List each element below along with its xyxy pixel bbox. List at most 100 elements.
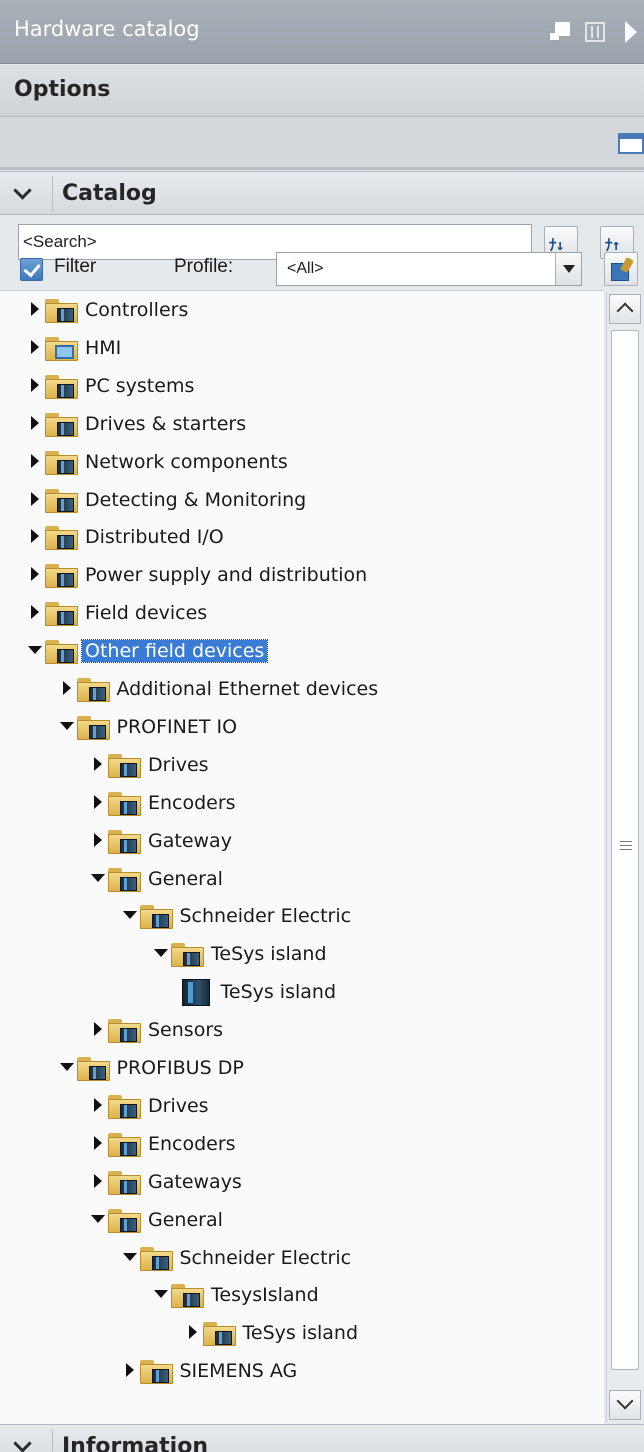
divider [52, 176, 53, 212]
tree-item[interactable]: Distributed I/O [0, 520, 604, 554]
collapsed-arrow-icon[interactable] [31, 377, 39, 392]
tree-item-label: Gateways [148, 1170, 242, 1193]
tree-item[interactable]: SIEMENS AG [0, 1354, 604, 1388]
dropdown-arrow-icon[interactable] [555, 253, 581, 285]
tree-item[interactable]: Network components [0, 445, 604, 479]
device-folder-icon [171, 943, 204, 968]
tree-item[interactable]: Power supply and distribution [0, 558, 604, 592]
tree-item[interactable]: PROFINET IO [0, 710, 604, 744]
tree-item-label: Network components [85, 450, 288, 473]
tree-item-label: HMI [85, 336, 122, 359]
tree-item-label: Detecting & Monitoring [85, 488, 307, 511]
tree-item-label: SIEMENS AG [179, 1360, 298, 1383]
tree-item[interactable]: Detecting & Monitoring [0, 483, 604, 517]
collapsed-arrow-icon[interactable] [62, 681, 71, 695]
collapsed-arrow-icon[interactable] [94, 756, 102, 771]
expanded-arrow-icon[interactable] [59, 721, 74, 730]
collapse-panel-icon[interactable] [625, 21, 637, 43]
device-folder-icon [108, 753, 141, 778]
tree-item[interactable]: PROFIBUS DP [0, 1051, 604, 1085]
options-header[interactable]: Options [0, 65, 644, 117]
tree-item[interactable]: Gateway [0, 824, 604, 858]
tree-item-label: Field devices [85, 602, 208, 625]
divider [52, 1429, 53, 1452]
tree-item-label: Schneider Electric [179, 1246, 352, 1269]
information-section-header[interactable]: Information [0, 1424, 644, 1452]
tree-item[interactable]: PC systems [0, 369, 604, 403]
tree-item-label: Controllers [85, 299, 189, 321]
tree-item-label: Distributed I/O [85, 526, 224, 549]
tree-item-label: Drives [148, 1094, 209, 1117]
tree-item[interactable]: Schneider Electric [0, 1241, 604, 1275]
profile-settings-button[interactable] [604, 252, 638, 286]
collapsed-arrow-icon[interactable] [31, 567, 39, 582]
tree-item[interactable]: Field devices [0, 596, 604, 630]
expanded-arrow-icon[interactable] [122, 911, 137, 920]
tree-item[interactable]: Drives [0, 1089, 604, 1123]
tree-item[interactable]: Drives [0, 748, 604, 782]
filter-checkbox[interactable] [20, 258, 43, 281]
expanded-arrow-icon[interactable] [122, 1252, 137, 1261]
tree-item-label: Gateway [148, 829, 232, 852]
tree-item[interactable]: Encoders [0, 786, 604, 820]
profile-select[interactable]: <All> [276, 252, 582, 286]
tree-item[interactable]: General [0, 1203, 604, 1237]
tree-item[interactable]: TeSys island [0, 937, 604, 971]
expanded-arrow-icon[interactable] [28, 646, 42, 655]
vertical-scrollbar[interactable] [606, 292, 642, 1422]
collapsed-arrow-icon[interactable] [31, 339, 39, 354]
collapsed-arrow-icon[interactable] [31, 453, 39, 468]
tree-item[interactable]: TesysIsland [0, 1278, 604, 1312]
collapsed-arrow-icon[interactable] [94, 832, 102, 847]
collapsed-arrow-icon[interactable] [31, 529, 39, 544]
tree-item[interactable]: Additional Ethernet devices [0, 672, 604, 706]
tree-item-label: Sensors [148, 1019, 224, 1042]
collapsed-arrow-icon[interactable] [125, 1363, 134, 1378]
float-window-icon[interactable] [548, 22, 570, 42]
scroll-up-button[interactable] [609, 294, 641, 324]
tree-item[interactable]: Schneider Electric [0, 899, 604, 933]
tree-item-label: Other field devices [80, 639, 269, 664]
tree-item[interactable]: Gateways [0, 1165, 604, 1199]
tree-item[interactable]: Other field devices [0, 634, 604, 668]
collapsed-arrow-icon[interactable] [94, 1022, 102, 1037]
tree-item[interactable]: TeSys island [0, 1316, 604, 1350]
expanded-arrow-icon[interactable] [154, 949, 168, 958]
tree-item[interactable]: Controllers [0, 293, 604, 327]
tree-item-label: General [148, 867, 223, 890]
tree-item-label: Drives & starters [85, 412, 247, 435]
expanded-arrow-icon[interactable] [59, 1063, 74, 1071]
device-folder-icon [108, 829, 141, 854]
scroll-down-button[interactable] [609, 1390, 641, 1420]
tree-item[interactable]: General [0, 862, 604, 896]
device-folder-icon [108, 1094, 141, 1119]
window-icon[interactable] [618, 133, 644, 154]
expanded-arrow-icon[interactable] [154, 1290, 168, 1299]
collapsed-arrow-icon[interactable] [31, 302, 39, 316]
collapsed-arrow-icon[interactable] [188, 1325, 197, 1340]
tree-item[interactable]: Sensors [0, 1013, 604, 1047]
collapsed-arrow-icon[interactable] [94, 1135, 102, 1150]
collapsed-arrow-icon[interactable] [94, 1097, 102, 1112]
tree-item[interactable]: TeSys island [0, 975, 604, 1009]
split-view-icon[interactable] [585, 22, 605, 42]
scroll-thumb[interactable] [611, 330, 639, 1370]
tree-item[interactable]: Drives & starters [0, 407, 604, 441]
chevron-down-icon[interactable] [13, 1434, 32, 1452]
collapsed-arrow-icon[interactable] [94, 1173, 102, 1188]
collapsed-arrow-icon[interactable] [31, 415, 39, 430]
panel-title: Hardware catalog [14, 17, 200, 41]
device-folder-icon [76, 715, 110, 740]
tree-item-label: Drives [148, 753, 209, 776]
expanded-arrow-icon[interactable] [91, 1214, 105, 1223]
collapsed-arrow-icon[interactable] [31, 605, 39, 620]
tree-item[interactable]: Encoders [0, 1127, 604, 1161]
collapsed-arrow-icon[interactable] [31, 491, 39, 506]
chevron-down-icon[interactable] [13, 181, 32, 200]
device-folder-icon [171, 1284, 204, 1309]
collapsed-arrow-icon[interactable] [94, 794, 102, 809]
expanded-arrow-icon[interactable] [91, 873, 105, 882]
catalog-section-header[interactable]: Catalog [0, 171, 644, 215]
catalog-tree[interactable]: Controllers HMI PC systems Drives & starter… [0, 290, 604, 1424]
tree-item[interactable]: HMI [0, 331, 604, 365]
